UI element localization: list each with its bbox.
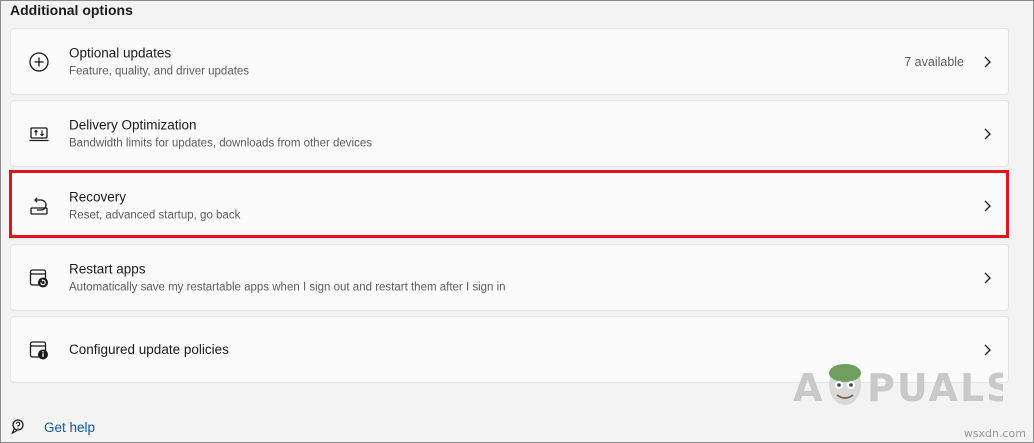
restart-apps-icon bbox=[29, 268, 48, 287]
get-help-icon bbox=[11, 419, 24, 435]
section-title: Additional options bbox=[10, 2, 133, 18]
chevron-right-icon bbox=[984, 344, 991, 355]
get-help-row[interactable]: Get help bbox=[10, 418, 95, 436]
card-subtitle: Reset, advanced startup, go back bbox=[69, 209, 241, 221]
svg-text:PUALS: PUALS bbox=[867, 366, 1003, 410]
appuals-watermark-logo: A PUALS bbox=[793, 364, 1003, 410]
chevron-right-icon bbox=[984, 200, 991, 211]
card-subtitle: Bandwidth limits for updates, downloads … bbox=[69, 137, 372, 149]
chevron-right-icon bbox=[984, 128, 991, 139]
card-title: Restart apps bbox=[69, 261, 146, 276]
available-count-badge: 7 available bbox=[904, 54, 964, 69]
plus-circle-icon bbox=[29, 51, 49, 72]
card-subtitle: Feature, quality, and driver updates bbox=[69, 65, 250, 77]
card-title: Delivery Optimization bbox=[69, 117, 197, 132]
get-help-link[interactable]: Get help bbox=[44, 420, 95, 435]
delivery-optimization-icon bbox=[29, 126, 49, 141]
card-title: Configured update policies bbox=[69, 341, 229, 357]
optional-updates-card[interactable]: Optional updates Feature, quality, and d… bbox=[10, 28, 1009, 95]
chevron-right-icon bbox=[984, 272, 991, 283]
restart-apps-card[interactable]: Restart apps Automatically save my resta… bbox=[10, 244, 1009, 311]
chevron-right-icon bbox=[984, 56, 991, 67]
svg-text:A: A bbox=[793, 366, 824, 410]
card-title: Recovery bbox=[69, 189, 127, 204]
card-title: Optional updates bbox=[69, 45, 172, 60]
recovery-icon bbox=[30, 197, 48, 215]
site-watermark: wsxdn.com bbox=[963, 427, 1026, 440]
delivery-optimization-card[interactable]: Delivery Optimization Bandwidth limits f… bbox=[10, 100, 1009, 167]
card-subtitle: Automatically save my restartable apps w… bbox=[69, 281, 506, 293]
recovery-card[interactable]: Recovery Reset, advanced startup, go bac… bbox=[10, 172, 1009, 239]
update-policies-icon bbox=[29, 340, 48, 359]
